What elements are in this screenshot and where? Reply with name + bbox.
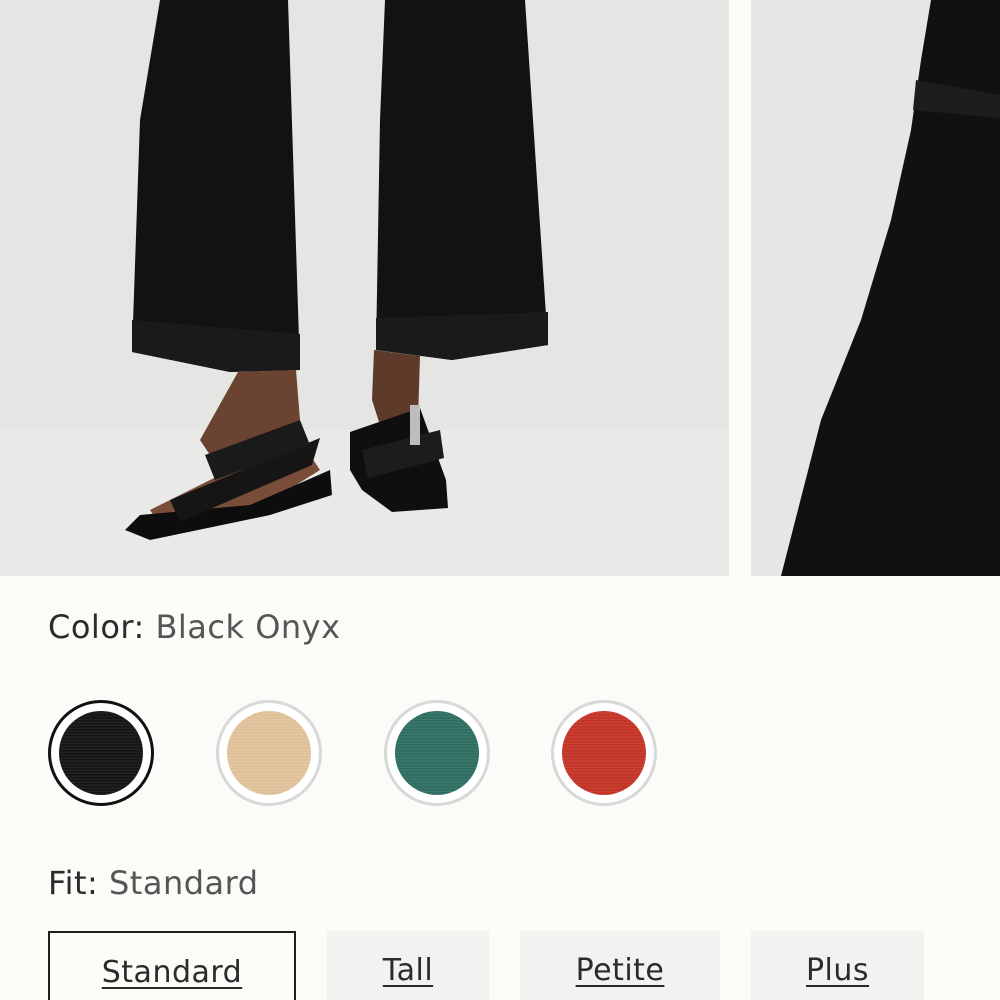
color-option-label: Color: Black Onyx — [48, 608, 341, 646]
model-legs-illustration — [0, 0, 729, 576]
color-swatch-red[interactable] — [551, 700, 657, 806]
product-options-page: Color: Black Onyx Fit: Standard Standard… — [0, 0, 1000, 1000]
fit-label-key: Fit: — [48, 864, 99, 902]
fabric-detail-illustration — [751, 0, 1000, 576]
fit-selected-value: Standard — [108, 864, 259, 902]
fit-button-standard[interactable]: Standard — [48, 931, 296, 1000]
product-image-gallery[interactable] — [0, 0, 1000, 576]
color-selected-value: Black Onyx — [155, 608, 341, 646]
fit-button-plus[interactable]: Plus — [751, 931, 924, 1000]
fit-option-label: Fit: Standard — [48, 864, 259, 902]
fit-button-label: Plus — [805, 953, 870, 988]
fit-button-label: Standard — [101, 955, 243, 990]
color-swatch-green[interactable] — [384, 700, 490, 806]
color-swatch-tan[interactable] — [216, 700, 322, 806]
color-swatch-black-onyx[interactable] — [48, 700, 154, 806]
product-photo-model-legs[interactable] — [0, 0, 729, 576]
swatch-fill — [59, 711, 143, 795]
fit-button-label: Tall — [382, 953, 434, 988]
swatch-fill — [562, 711, 646, 795]
color-label-key: Color: — [48, 608, 145, 646]
swatch-fill — [395, 711, 479, 795]
fit-button-label: Petite — [575, 953, 665, 988]
product-photo-fabric-detail[interactable] — [751, 0, 1000, 576]
swatch-fill — [227, 711, 311, 795]
fit-button-tall[interactable]: Tall — [327, 931, 489, 1000]
fit-button-petite[interactable]: Petite — [520, 931, 720, 1000]
